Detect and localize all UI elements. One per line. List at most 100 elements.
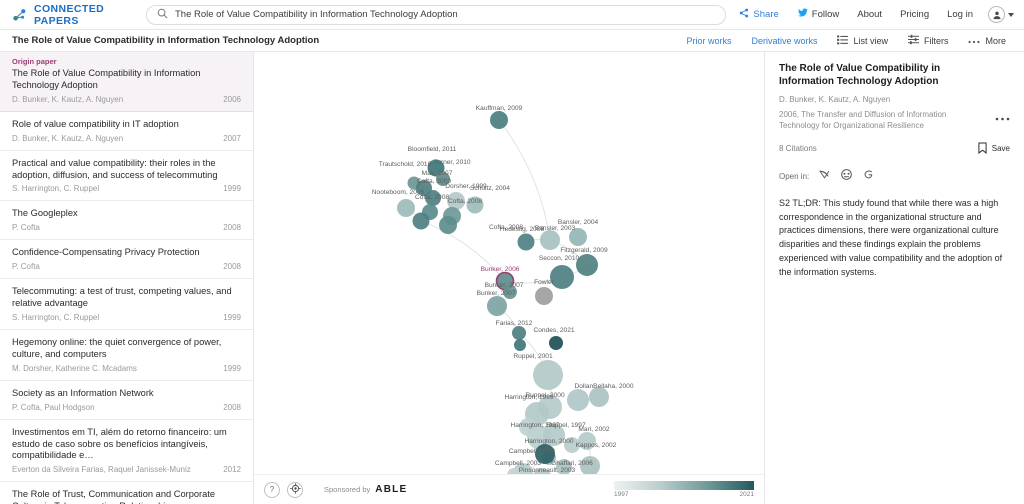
graph-node[interactable] bbox=[564, 437, 580, 453]
graph-node[interactable] bbox=[569, 228, 587, 246]
chevron-down-icon bbox=[1008, 12, 1014, 17]
paper-card[interactable]: The Googleplex P. Cofta 2008 bbox=[0, 201, 253, 241]
search-input[interactable] bbox=[175, 5, 715, 24]
paper-card[interactable]: Investimentos em TI, além do retorno fin… bbox=[0, 420, 253, 483]
paper-title: Role of value compatibility in IT adopti… bbox=[12, 118, 179, 129]
list-view-button[interactable]: List view bbox=[827, 34, 898, 47]
graph-node[interactable] bbox=[425, 190, 441, 206]
paper-card[interactable]: The Role of Trust, Communication and Cor… bbox=[0, 482, 253, 504]
graph-node[interactable] bbox=[535, 444, 555, 464]
prior-works-button[interactable]: Prior works bbox=[676, 36, 741, 46]
help-button[interactable]: ? bbox=[264, 481, 280, 498]
graph-node[interactable] bbox=[436, 172, 450, 186]
paper-card[interactable]: Practical and value compatibility: their… bbox=[0, 151, 253, 202]
graph-node[interactable] bbox=[466, 196, 484, 214]
graph-node[interactable] bbox=[580, 456, 600, 474]
more-label: More bbox=[985, 35, 1006, 46]
paper-meta: S. Harrington, C. Ruppel 1999 bbox=[12, 313, 241, 322]
paper-title: Investimentos em TI, além do retorno fin… bbox=[12, 426, 227, 461]
graph-node[interactable] bbox=[540, 230, 560, 250]
more-button[interactable]: More bbox=[958, 36, 1016, 46]
graph-node[interactable] bbox=[519, 418, 537, 436]
paper-year: 2007 bbox=[223, 133, 241, 143]
paper-card[interactable]: Society as an Information Network P. Coft… bbox=[0, 381, 253, 420]
graph-node[interactable] bbox=[556, 459, 572, 474]
sponsor-area[interactable]: Sponsored by ABLE bbox=[324, 484, 407, 495]
paper-year: 2012 bbox=[223, 465, 241, 475]
about-link[interactable]: About bbox=[848, 9, 891, 20]
graph-node[interactable] bbox=[576, 254, 598, 276]
paper-meta: D. Bunker, K. Kautz, A. Nguyen 2006 bbox=[12, 95, 241, 104]
graph-node[interactable] bbox=[412, 212, 430, 230]
follow-button[interactable]: Follow bbox=[788, 8, 848, 21]
list-view-label: List view bbox=[853, 35, 888, 46]
graph-canvas[interactable]: Kauffman, 2009 Bloomfield, 2011 Turner, 20… bbox=[254, 52, 764, 474]
graph-node[interactable] bbox=[503, 285, 517, 299]
filters-label: Filters bbox=[923, 35, 949, 46]
filters-icon bbox=[907, 34, 919, 47]
paper-title: Hegemony online: the quiet convergence o… bbox=[12, 337, 222, 359]
graph-svg[interactable] bbox=[254, 52, 764, 474]
graph-node[interactable] bbox=[533, 360, 563, 390]
search-bar[interactable] bbox=[146, 4, 726, 25]
graph-node[interactable] bbox=[578, 432, 596, 450]
question-mark-icon: ? bbox=[269, 485, 275, 494]
graph-node[interactable] bbox=[589, 387, 609, 407]
share-button[interactable]: Share bbox=[730, 8, 787, 21]
google-scholar-icon[interactable] bbox=[862, 168, 875, 186]
paper-year: 2008 bbox=[223, 223, 241, 233]
recenter-button[interactable] bbox=[287, 481, 303, 498]
paper-authors: Everton da Silveira Farias, Raquel Janis… bbox=[12, 465, 191, 475]
list-icon bbox=[837, 34, 849, 47]
paper-title: Confidence-Compensating Privacy Protecti… bbox=[12, 247, 200, 258]
graph-node[interactable] bbox=[397, 199, 415, 217]
detail-title: The Role of Value Compatibility in Infor… bbox=[779, 63, 941, 87]
share-label: Share bbox=[753, 9, 779, 20]
graph-node[interactable] bbox=[514, 339, 526, 351]
ellipsis-icon bbox=[968, 36, 980, 46]
save-button[interactable]: Save bbox=[978, 142, 1010, 156]
recenter-target-icon bbox=[289, 483, 301, 496]
graph-node[interactable] bbox=[549, 336, 563, 350]
share-icon bbox=[739, 8, 749, 21]
paper-meta: M. Dorsher, Katherine C. Mcadams 1999 bbox=[12, 364, 241, 373]
legend-gradient-bar bbox=[614, 481, 754, 490]
semantic-scholar-icon[interactable] bbox=[818, 168, 831, 186]
origin-paper-card[interactable]: Origin paper The Role of Value Compatibil… bbox=[0, 52, 253, 112]
paper-year: 1999 bbox=[223, 184, 241, 194]
top-nav-links: Share Follow About Pricing Log in bbox=[730, 6, 1024, 23]
graph-node[interactable] bbox=[439, 216, 457, 234]
graph-node[interactable] bbox=[490, 111, 508, 129]
derivative-works-button[interactable]: Derivative works bbox=[741, 36, 827, 46]
user-avatar-icon bbox=[988, 6, 1005, 23]
pricing-link[interactable]: Pricing bbox=[891, 9, 938, 20]
graph-node[interactable] bbox=[517, 233, 535, 251]
graph-toolbar-actions: Prior works Derivative works List view F… bbox=[676, 34, 1024, 47]
graph-node[interactable] bbox=[543, 424, 565, 446]
paper-list-sidebar[interactable]: Origin paper The Role of Value Compatibil… bbox=[0, 52, 254, 504]
graph-node[interactable] bbox=[535, 287, 553, 305]
paper-authors: S. Harrington, C. Ruppel bbox=[12, 184, 100, 194]
graph-node[interactable] bbox=[567, 389, 589, 411]
graph-node[interactable] bbox=[512, 326, 526, 340]
connected-papers-icon[interactable] bbox=[840, 168, 853, 186]
paper-card[interactable]: Confidence-Compensating Privacy Protecti… bbox=[0, 240, 253, 280]
graph-node[interactable] bbox=[487, 296, 507, 316]
paper-card[interactable]: Hegemony online: the quiet convergence o… bbox=[0, 330, 253, 381]
open-in-row: Open in: bbox=[779, 168, 1010, 186]
detail-more-button[interactable] bbox=[995, 110, 1010, 122]
twitter-icon bbox=[797, 8, 808, 21]
paper-detail-panel: The Role of Value Compatibility in Infor… bbox=[764, 52, 1024, 504]
open-in-label: Open in: bbox=[779, 172, 810, 182]
graph-node[interactable] bbox=[550, 265, 574, 289]
paper-card[interactable]: Telecommuting: a test of trust, competin… bbox=[0, 279, 253, 331]
login-link[interactable]: Log in bbox=[938, 9, 982, 20]
paper-title: Telecommuting: a test of trust, competin… bbox=[12, 286, 232, 309]
filters-button[interactable]: Filters bbox=[898, 34, 959, 47]
page-title: The Role of Value Compatibility in Infor… bbox=[12, 35, 320, 46]
brand-logo-area[interactable]: CONNECTED PAPERS bbox=[0, 3, 140, 27]
paper-title: The Role of Trust, Communication and Cor… bbox=[12, 489, 216, 504]
paper-authors: P. Cofta, Paul Hodgson bbox=[12, 402, 95, 412]
account-menu-button[interactable] bbox=[982, 6, 1016, 23]
paper-card[interactable]: Role of value compatibility in IT adopti… bbox=[0, 112, 253, 151]
